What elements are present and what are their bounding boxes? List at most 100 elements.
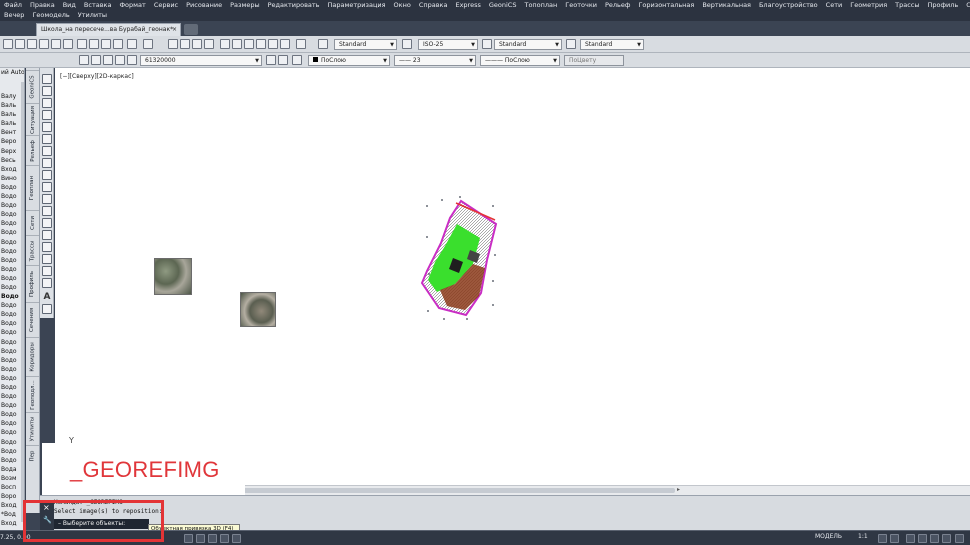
- lineweight-select[interactable]: —— 23 ▼: [394, 55, 476, 66]
- layer-list-item[interactable]: Водо: [1, 410, 19, 419]
- layer-select[interactable]: 61320000 ▼: [140, 55, 262, 66]
- layer-list-item[interactable]: Водо: [1, 247, 19, 256]
- new-tab-button[interactable]: [184, 24, 198, 35]
- layer-list-item[interactable]: Водо: [1, 274, 19, 283]
- model-space-button[interactable]: МОДЕЛЬ: [815, 533, 842, 540]
- linetype-select[interactable]: ——— ПоСлою ▼: [480, 55, 560, 66]
- site-plan-drawing[interactable]: [55, 68, 970, 495]
- design-center-icon[interactable]: [232, 39, 242, 49]
- polar-tracking-icon[interactable]: [220, 534, 229, 543]
- publish-icon[interactable]: [63, 39, 73, 49]
- match-properties-icon[interactable]: [113, 39, 123, 49]
- table-style-select[interactable]: Standard ▼: [494, 39, 562, 50]
- table-style-icon[interactable]: [482, 39, 492, 49]
- layer-list-item[interactable]: Веро: [1, 137, 19, 146]
- side-tab[interactable]: Рельеф: [26, 135, 39, 165]
- isolate-objects-icon[interactable]: [930, 534, 939, 543]
- workspace-switch-icon[interactable]: [906, 534, 915, 543]
- menu-item[interactable]: Вертикальная: [698, 0, 755, 10]
- sheet-set-icon[interactable]: [256, 39, 266, 49]
- menu-item[interactable]: Сечения: [962, 0, 970, 10]
- layer-list-item[interactable]: Водо: [1, 228, 19, 237]
- help-icon[interactable]: [296, 39, 306, 49]
- side-tab[interactable]: Сечения: [26, 302, 39, 337]
- layer-list-item[interactable]: Валь: [1, 110, 19, 119]
- menu-item[interactable]: Горизонтальная: [634, 0, 698, 10]
- close-icon[interactable]: ×: [172, 24, 177, 36]
- layer-list-item[interactable]: Водо: [1, 201, 19, 210]
- cut-icon[interactable]: [77, 39, 87, 49]
- ortho-mode-icon[interactable]: [208, 534, 217, 543]
- layer-list-item[interactable]: Водо: [1, 392, 19, 401]
- table-icon[interactable]: [42, 278, 52, 288]
- side-tab[interactable]: GeoniCS: [26, 70, 39, 103]
- layer-list-item[interactable]: Воро: [1, 492, 19, 501]
- annotation-visibility-icon[interactable]: [878, 534, 887, 543]
- menu-item[interactable]: Утилиты: [74, 10, 111, 21]
- lock-ui-icon[interactable]: [918, 534, 927, 543]
- layer-list-item[interactable]: Водо: [1, 256, 19, 265]
- side-tab[interactable]: Трассы: [26, 235, 39, 265]
- menu-item[interactable]: Сервис: [150, 0, 182, 10]
- menu-item[interactable]: Формат: [115, 0, 149, 10]
- menu-item[interactable]: Справка: [415, 0, 452, 10]
- menu-item[interactable]: Вечер: [0, 10, 28, 21]
- layer-list-item[interactable]: Водо: [1, 374, 19, 383]
- grid-mode-icon[interactable]: [196, 534, 205, 543]
- layer-state-icon[interactable]: [292, 55, 302, 65]
- menu-item[interactable]: Редактировать: [264, 0, 324, 10]
- multiline-text-icon[interactable]: A: [42, 292, 52, 302]
- gradient-icon[interactable]: [42, 254, 52, 264]
- layer-list-item[interactable]: Вход: [1, 165, 19, 174]
- ellipse-icon[interactable]: [42, 182, 52, 192]
- lightbulb-icon[interactable]: [91, 55, 101, 65]
- zoom-realtime-icon[interactable]: [180, 39, 190, 49]
- multileader-style-icon[interactable]: [566, 39, 576, 49]
- dim-style-icon[interactable]: [402, 39, 412, 49]
- redo-icon[interactable]: [143, 39, 153, 49]
- layer-list-item[interactable]: Водо: [1, 383, 19, 392]
- region-icon[interactable]: [42, 266, 52, 276]
- add-selected-icon[interactable]: [42, 304, 52, 314]
- menu-item[interactable]: Файл: [0, 0, 26, 10]
- left-panel-scrollbar[interactable]: [21, 82, 24, 522]
- layer-list-item[interactable]: Водо: [1, 447, 19, 456]
- menu-item[interactable]: Геомодель: [28, 10, 73, 21]
- side-tab[interactable]: Ситуация: [26, 103, 39, 135]
- layer-list-item[interactable]: Водо: [1, 183, 19, 192]
- revision-cloud-icon[interactable]: [42, 158, 52, 168]
- layer-list-item[interactable]: Вент: [1, 128, 19, 137]
- menu-item[interactable]: Express: [451, 0, 484, 10]
- layer-list-item[interactable]: Водо: [1, 338, 19, 347]
- layer-list-item[interactable]: Водо: [1, 328, 19, 337]
- layer-list-item[interactable]: Водо: [1, 356, 19, 365]
- calculator-icon[interactable]: [280, 39, 290, 49]
- layer-list-item[interactable]: Весь: [1, 156, 19, 165]
- menu-item[interactable]: Трассы: [891, 0, 923, 10]
- menu-item[interactable]: Рисование: [182, 0, 226, 10]
- layer-list-item[interactable]: Верх: [1, 147, 19, 156]
- side-tab[interactable]: Пер: [26, 445, 39, 465]
- layer-list-item[interactable]: Вино: [1, 174, 19, 183]
- new-file-icon[interactable]: [3, 39, 13, 49]
- paste-icon[interactable]: [101, 39, 111, 49]
- polygon-icon[interactable]: [42, 110, 52, 120]
- layer-list-item[interactable]: Вход: [1, 501, 19, 510]
- hardware-acceleration-icon[interactable]: [942, 534, 951, 543]
- print-icon[interactable]: [39, 39, 49, 49]
- menu-item[interactable]: Топоплан: [520, 0, 561, 10]
- zoom-previous-icon[interactable]: [204, 39, 214, 49]
- layer-previous-icon[interactable]: [278, 55, 288, 65]
- side-tab[interactable]: Геоплан: [26, 165, 39, 210]
- menu-item[interactable]: Окно: [390, 0, 415, 10]
- side-tab[interactable]: Профиль: [26, 265, 39, 302]
- menu-item[interactable]: Правка: [26, 0, 59, 10]
- menu-item[interactable]: Благоустройство: [755, 0, 822, 10]
- layer-list-item[interactable]: Водо: [1, 301, 19, 310]
- pan-icon[interactable]: [168, 39, 178, 49]
- insert-block-icon[interactable]: [42, 206, 52, 216]
- sun-icon[interactable]: [103, 55, 113, 65]
- layer-list-item[interactable]: Водо: [1, 238, 19, 247]
- menu-item[interactable]: Геоточки: [561, 0, 601, 10]
- arc-icon[interactable]: [42, 134, 52, 144]
